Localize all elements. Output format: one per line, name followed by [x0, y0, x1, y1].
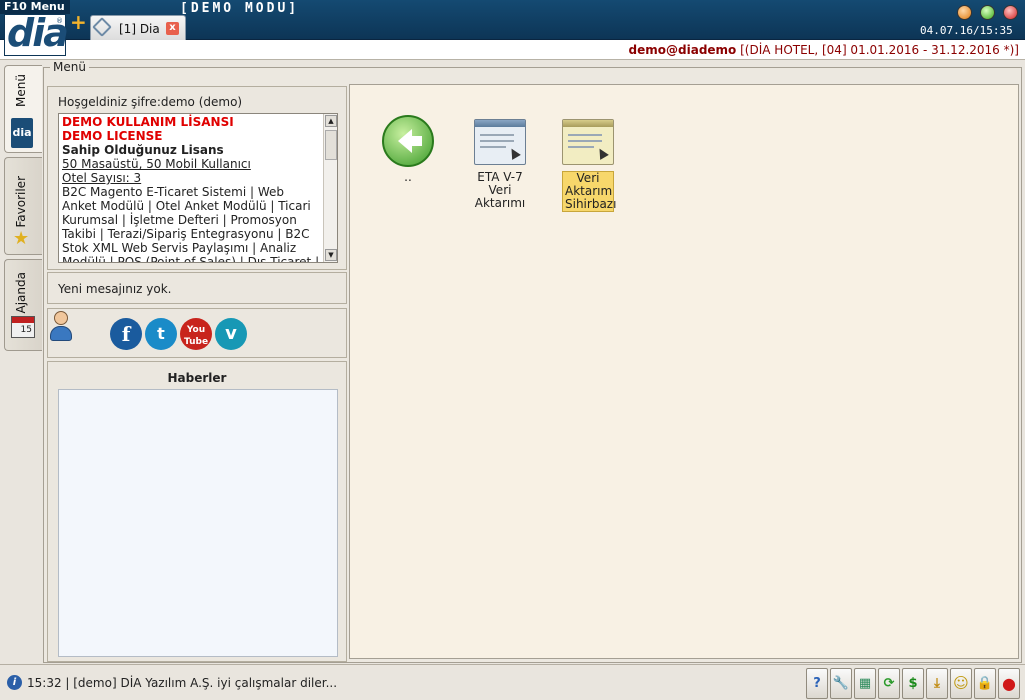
- close-icon[interactable]: x: [166, 22, 179, 35]
- scroll-up-icon[interactable]: ▲: [325, 115, 337, 127]
- clock: 04.07.16/15:35: [920, 24, 1013, 37]
- help-button[interactable]: ?: [806, 668, 828, 699]
- lock-button[interactable]: 🔒: [974, 668, 996, 699]
- close-window-button[interactable]: [1003, 5, 1018, 20]
- smiley-button[interactable]: ☺: [950, 668, 972, 699]
- menu-frame: Menü Hoşgeldiniz şifre:demo (demo) DEMO …: [43, 60, 1022, 663]
- news-panel: Haberler: [47, 361, 347, 662]
- lock-icon: 🔒: [976, 676, 994, 691]
- scroll-down-icon[interactable]: ▼: [325, 249, 337, 261]
- currency-button[interactable]: $: [902, 668, 924, 699]
- demo-mode-label: [DEMO MODU]: [180, 1, 300, 16]
- window-icon: [472, 115, 528, 167]
- license-box: DEMO KULLANIM LİSANSI DEMO LICENSE Sahip…: [58, 113, 338, 263]
- download-icon: ⤓: [934, 676, 940, 691]
- help-icon: ?: [813, 676, 821, 691]
- dollar-icon: $: [908, 676, 918, 691]
- youtube-icon[interactable]: You Tube: [180, 318, 212, 350]
- sync-button[interactable]: ⟳: [878, 668, 900, 699]
- scroll-thumb[interactable]: [325, 130, 337, 160]
- calculator-button[interactable]: ▦: [854, 668, 876, 699]
- item-label: Veri Aktarım Sihirbazı: [562, 171, 616, 212]
- welcome-text: Hoşgeldiniz şifre:demo (demo): [58, 95, 243, 109]
- tab-label: [1] Dia: [119, 22, 160, 36]
- license-scrollbar[interactable]: ▲ ▼: [323, 114, 337, 262]
- link-icon: [92, 17, 112, 37]
- tray-toolbar: ? 🔧 ▦ ⟳ $ ⤓ ☺ 🔒 ●: [806, 668, 1023, 699]
- news-title: Haberler: [167, 371, 227, 385]
- back-item[interactable]: ..: [370, 115, 446, 184]
- user-name: demo@diademo: [628, 43, 737, 57]
- download-button[interactable]: ⤓: [926, 668, 948, 699]
- license-line-1: DEMO KULLANIM LİSANSI: [62, 115, 234, 129]
- side-tab-agenda[interactable]: Ajanda 15: [4, 259, 42, 351]
- company-period: [(DİA HOTEL, [04] 01.01.2016 - 31.12.201…: [736, 43, 1019, 57]
- content-area: .. ETA V-7 Veri Aktarımı Veri Aktarım Si…: [349, 84, 1019, 659]
- side-tab-menu[interactable]: Menü dia: [4, 65, 42, 153]
- status-bar: i 15:32 | [demo] DİA Yazılım A.Ş. iyi ça…: [0, 664, 1025, 700]
- social-panel: f t You Tube v: [47, 308, 347, 358]
- stop-button[interactable]: ●: [998, 668, 1020, 699]
- owned-license-title: Sahip Olduğunuz Lisans: [62, 143, 224, 157]
- import-wizard-item[interactable]: Veri Aktarım Sihirbazı: [550, 115, 626, 212]
- news-box: [58, 389, 338, 657]
- menu-legend: Menü: [50, 60, 89, 74]
- sync-icon: ⟳: [883, 676, 895, 691]
- hotel-count: Otel Sayısı: 3: [62, 171, 142, 185]
- side-tabs: Menü dia Favoriler ★ Ajanda 15: [0, 61, 42, 661]
- facebook-icon[interactable]: f: [110, 318, 142, 350]
- back-arrow-icon: [382, 115, 434, 167]
- dia-logo: dia ®: [4, 11, 69, 56]
- user-info-bar: demo@diademo [(DİA HOTEL, [04] 01.01.201…: [0, 40, 1025, 60]
- title-bar: F10 Menu [DEMO MODU] + [1] Dia x 04.07.1…: [0, 0, 1025, 40]
- side-tab-favorites[interactable]: Favoriler ★: [4, 157, 42, 255]
- smiley-icon: ☺: [953, 674, 969, 692]
- wrench-icon: 🔧: [832, 676, 850, 691]
- calendar-icon: 15: [11, 316, 35, 338]
- message-panel: Yeni mesajınız yok.: [47, 272, 347, 304]
- plus-icon[interactable]: +: [70, 12, 87, 32]
- item-label: ..: [404, 170, 412, 184]
- message-text: Yeni mesajınız yok.: [58, 282, 172, 296]
- license-panel: Hoşgeldiniz şifre:demo (demo) DEMO KULLA…: [47, 86, 347, 270]
- item-label: ETA V-7 Veri Aktarımı: [474, 170, 526, 210]
- license-seats: 50 Masaüstü, 50 Mobil Kullanıcı: [62, 157, 251, 171]
- support-user-icon[interactable]: [48, 309, 74, 343]
- maximize-button[interactable]: [980, 5, 995, 20]
- dia-icon: dia: [11, 118, 33, 148]
- window-icon: [560, 115, 616, 167]
- status-text: 15:32 | [demo] DİA Yazılım A.Ş. iyi çalı…: [27, 676, 338, 690]
- minimize-button[interactable]: [957, 5, 972, 20]
- eta-import-item[interactable]: ETA V-7 Veri Aktarımı: [462, 115, 538, 210]
- tab-dia[interactable]: [1] Dia x: [90, 15, 186, 40]
- tools-button[interactable]: 🔧: [830, 668, 852, 699]
- vimeo-icon[interactable]: v: [215, 318, 247, 350]
- twitter-icon[interactable]: t: [145, 318, 177, 350]
- calculator-icon: ▦: [858, 676, 872, 691]
- star-icon: ★: [13, 228, 30, 249]
- license-modules: B2C Magento E-Ticaret Sistemi | Web Anke…: [62, 185, 320, 263]
- stop-icon: ●: [1002, 674, 1016, 693]
- info-icon: i: [7, 675, 22, 690]
- license-line-2: DEMO LICENSE: [62, 129, 163, 143]
